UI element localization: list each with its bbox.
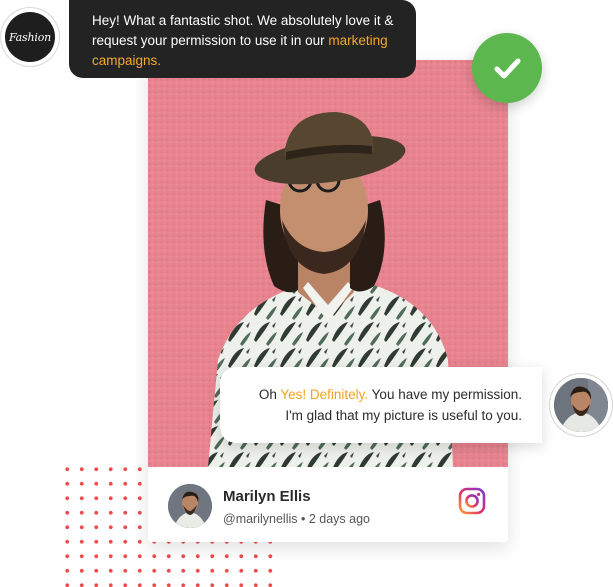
reply-line-1: Oh Yes! Definitely. You have my permissi… (244, 384, 522, 405)
approved-badge (472, 33, 542, 103)
creator-avatar-photo (554, 378, 608, 432)
instagram-icon[interactable] (458, 487, 486, 515)
author-name[interactable]: Marilyn Ellis (223, 488, 311, 505)
post-footer: Marilyn Ellis @marilynellis • 2 days ago (148, 467, 508, 542)
reply-prefix: Oh (258, 387, 277, 402)
author-avatar[interactable] (168, 484, 212, 528)
permission-request-message: Hey! What a fantastic shot. We absolutel… (69, 0, 416, 78)
permission-reply-message: Oh Yes! Definitely. You have my permissi… (220, 367, 542, 443)
reply-line-2: I'm glad that my picture is useful to yo… (285, 408, 522, 423)
author-handle-timestamp: @marilynellis • 2 days ago (223, 512, 370, 526)
checkmark-icon (494, 58, 521, 79)
brand-avatar[interactable]: Fashion (1, 8, 59, 66)
ugc-post-card[interactable]: Marilyn Ellis @marilynellis • 2 days ago (148, 60, 508, 542)
brand-logo: Fashion (5, 12, 55, 62)
reply-text: You have my permission. (371, 387, 522, 402)
reply-highlight: Yes! Definitely. (280, 387, 369, 402)
creator-avatar[interactable] (550, 374, 612, 436)
